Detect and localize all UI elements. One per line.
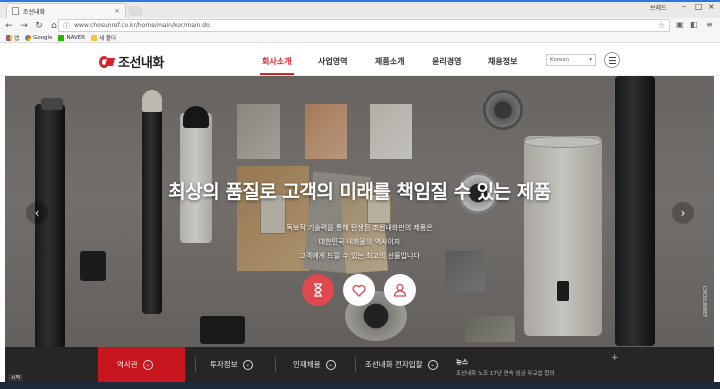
site-logo[interactable]: 조선내화: [99, 52, 164, 71]
site-header: 조선내화 회사소개 사업영역 제품소개 윤리경영 채용정보 Korean ▾: [0, 44, 720, 76]
close-window-button[interactable]: ×: [708, 3, 715, 11]
nav-careers[interactable]: 채용정보: [488, 56, 517, 67]
hero-line-1: 독보적 기술력을 통해 탄생된 조선내화만의 제품은: [286, 224, 433, 232]
chevron-down-icon: ⌄: [242, 359, 253, 370]
back-arrow-icon[interactable]: ←: [3, 21, 15, 31]
bookmark-label: 새 폴더: [99, 35, 116, 42]
tab-close-icon[interactable]: ×: [114, 7, 120, 15]
maximize-button[interactable]: □: [695, 3, 703, 11]
bookmark-google[interactable]: Google: [25, 34, 53, 41]
hourglass-button[interactable]: [302, 274, 334, 306]
bookmark-label: Google: [33, 34, 53, 41]
language-select[interactable]: Korean ▾: [546, 54, 596, 66]
slider-next-button[interactable]: ›: [672, 202, 694, 224]
bookmark-naver[interactable]: NAVER: [58, 34, 86, 41]
address-url[interactable]: www.chosunref.co.kr/home/main/kor/main.d…: [74, 22, 654, 29]
chevron-down-icon: ⌄: [142, 359, 153, 370]
browser-toolbar: ← → ↻ ⌂ ⓘ www.chosunref.co.kr/home/main/…: [0, 18, 720, 33]
nav-company[interactable]: 회사소개: [262, 56, 291, 67]
extension-icon[interactable]: ▣: [676, 20, 684, 29]
hero-line-3: 고객에게 드릴 수 있는 최고의 선물입니다: [299, 252, 420, 260]
news-label: 뉴스: [456, 358, 468, 366]
google-icon: [25, 34, 32, 41]
logo-text: 조선내화: [118, 56, 164, 71]
bookmark-label: 앱: [14, 35, 20, 42]
divider: [275, 357, 276, 372]
active-nav-underline: [260, 73, 294, 75]
hero-overlay: [5, 76, 714, 347]
naver-icon: [58, 34, 65, 41]
quick-link-label: 투자정보: [210, 360, 238, 369]
person-icon: [393, 283, 407, 297]
browser-menu-icon[interactable]: ≡: [706, 20, 713, 29]
chevron-down-icon: ⌄: [427, 359, 438, 370]
quick-link-label: 역사관: [117, 360, 138, 369]
browser-user-label[interactable]: 브레드: [650, 3, 667, 12]
nav-business[interactable]: 사업영역: [318, 56, 347, 67]
reload-icon[interactable]: ↻: [33, 21, 45, 31]
hero-slider: 최상의 품질로 고객의 미래를 책임질 수 있는 제품 독보적 기술력을 통해 …: [5, 76, 714, 347]
start-button[interactable]: 시작: [8, 374, 24, 381]
divider: [355, 357, 356, 372]
heart-button[interactable]: [343, 274, 375, 306]
apps-icon: [6, 34, 12, 41]
person-button[interactable]: [384, 274, 416, 306]
slider-prev-button[interactable]: ‹: [26, 202, 48, 224]
nav-ethics[interactable]: 윤리경영: [432, 56, 461, 67]
os-taskbar: [0, 382, 720, 389]
quick-link-history[interactable]: 역사관 ⌄: [117, 347, 153, 382]
tab-title: 조선내화: [23, 8, 46, 16]
page-info-icon[interactable]: ⓘ: [63, 21, 70, 31]
quick-link-label: 조선내화 전자입찰: [365, 360, 423, 369]
language-value: Korean: [550, 57, 570, 63]
quick-link-recruit[interactable]: 인재채용 ⌄: [293, 347, 336, 382]
hero-line-2: 대한민국 내화물의 역사이자: [318, 238, 401, 246]
bookmark-apps[interactable]: 앱: [6, 34, 19, 42]
news-headline[interactable]: 조선내화 노조 17년 연속 임금 무교섭 합의: [456, 369, 554, 377]
divider: [195, 357, 196, 372]
address-bar[interactable]: ⓘ www.chosunref.co.kr/home/main/kor/main…: [58, 19, 670, 32]
forward-arrow-icon[interactable]: →: [18, 21, 30, 31]
quick-link-investor[interactable]: 투자정보 ⌄: [210, 347, 253, 382]
hero-watermark: CHOSUNREF: [701, 286, 707, 318]
hourglass-icon: [314, 283, 322, 297]
nav-products[interactable]: 제품소개: [375, 56, 404, 67]
news-more-icon[interactable]: +: [611, 353, 619, 363]
quick-link-bidding[interactable]: 조선내화 전자입찰 ⌄: [365, 347, 438, 382]
chevron-down-icon: ▾: [589, 57, 592, 63]
hero-title: 최상의 품질로 고객의 미래를 책임질 수 있는 제품: [168, 181, 551, 203]
minimize-button[interactable]: –: [682, 3, 686, 11]
page-favicon-icon: [12, 7, 19, 15]
heart-icon: [352, 284, 366, 297]
site-menu-button[interactable]: [604, 52, 620, 68]
browser-tab[interactable]: 조선내화 ×: [6, 3, 126, 18]
quick-links-bar: 역사관 ⌄ 투자정보 ⌄ 인재채용 ⌄ 조선내화 전자입찰 ⌄ 뉴스 조선내화 …: [5, 347, 714, 382]
quick-link-label: 인재채용: [293, 360, 321, 369]
cr-logo-icon: [99, 55, 116, 68]
folder-icon: [91, 34, 98, 41]
bookmarks-bar: 앱 Google NAVER 새 폴더: [0, 33, 720, 43]
chevron-down-icon: ⌄: [325, 359, 336, 370]
bookmark-star-icon[interactable]: ☆: [658, 21, 665, 30]
bookmark-folder[interactable]: 새 폴더: [91, 34, 116, 42]
translate-icon[interactable]: ◧: [690, 20, 698, 29]
bookmark-label: NAVER: [66, 34, 86, 41]
browser-accent-line: [0, 0, 720, 2]
